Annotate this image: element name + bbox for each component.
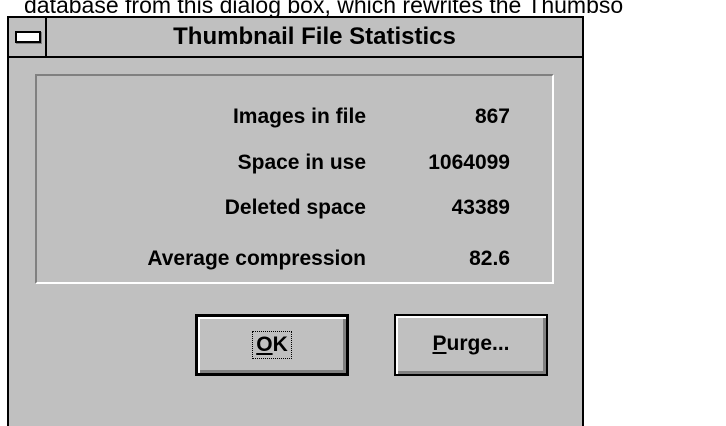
purge-label-rest: urge... [446,332,510,355]
purge-button-label: Purge... [396,332,546,356]
purge-accelerator: P [432,332,447,355]
ok-accelerator: O [256,333,273,356]
images-in-file-value: 867 [474,105,510,128]
ok-focus-ring: OK [252,331,292,359]
average-compression-label: Average compression [147,247,366,270]
average-compression-value: 82.6 [469,247,510,270]
images-in-file-label: Images in file [232,105,366,128]
title-bar[interactable]: Thumbnail File Statistics [9,18,582,58]
ok-button-label: OK [198,331,346,359]
ok-label-rest: K [272,333,288,356]
space-in-use-value: 1064099 [428,151,510,174]
deleted-space-label: Deleted space [224,196,366,219]
dialog-title: Thumbnail File Statistics [173,23,456,50]
screen: database from this dialog box, which rew… [0,0,726,426]
thumbnail-stats-dialog: Thumbnail File Statistics Images in file… [7,16,584,426]
space-in-use-label: Space in use [237,151,366,174]
purge-button[interactable]: Purge... [394,314,548,376]
deleted-space-value: 43389 [451,196,510,219]
ok-button[interactable]: OK [195,314,349,376]
statistics-panel: Images in file 867 Space in use 1064099 … [35,74,554,284]
system-menu-icon [15,31,41,43]
system-menu-button[interactable] [9,18,47,56]
